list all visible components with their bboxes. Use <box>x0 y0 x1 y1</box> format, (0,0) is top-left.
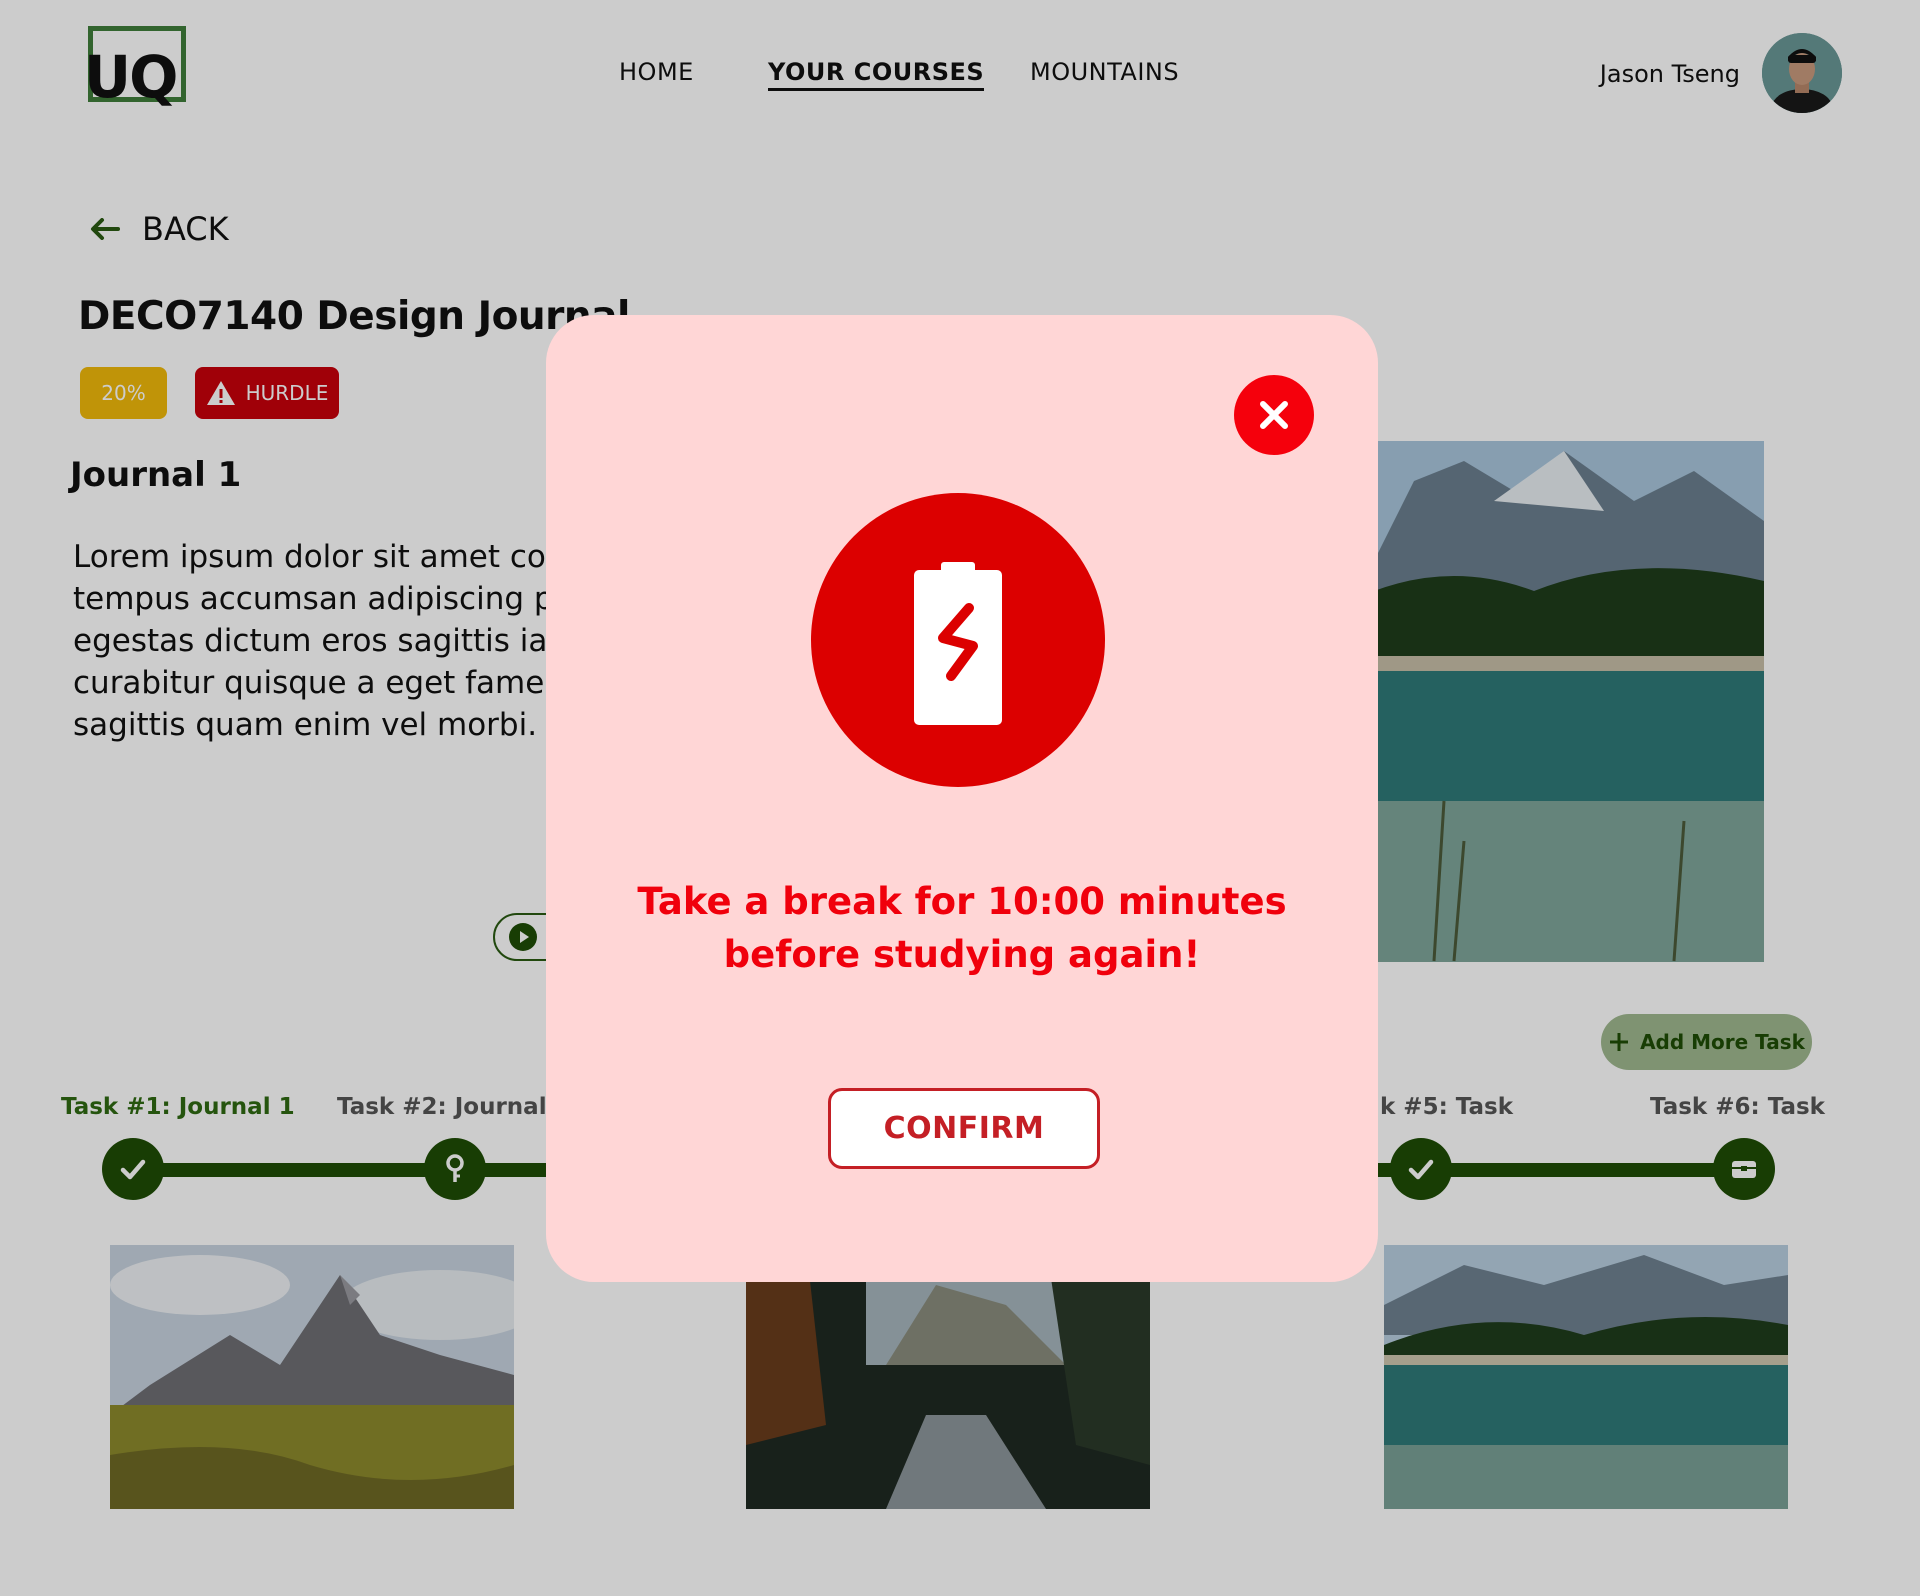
break-message: Take a break for 10:00 minutes before st… <box>637 880 1287 976</box>
close-button[interactable] <box>1234 375 1314 455</box>
low-battery-icon <box>811 493 1105 787</box>
page: UQ HOME YOUR COURSES MOUNTAINS Jason Tse… <box>0 0 1920 1596</box>
break-reminder-modal: Take a break for 10:00 minutes before st… <box>546 315 1378 1282</box>
confirm-button[interactable]: CONFIRM <box>828 1088 1100 1169</box>
close-icon <box>1260 401 1288 429</box>
